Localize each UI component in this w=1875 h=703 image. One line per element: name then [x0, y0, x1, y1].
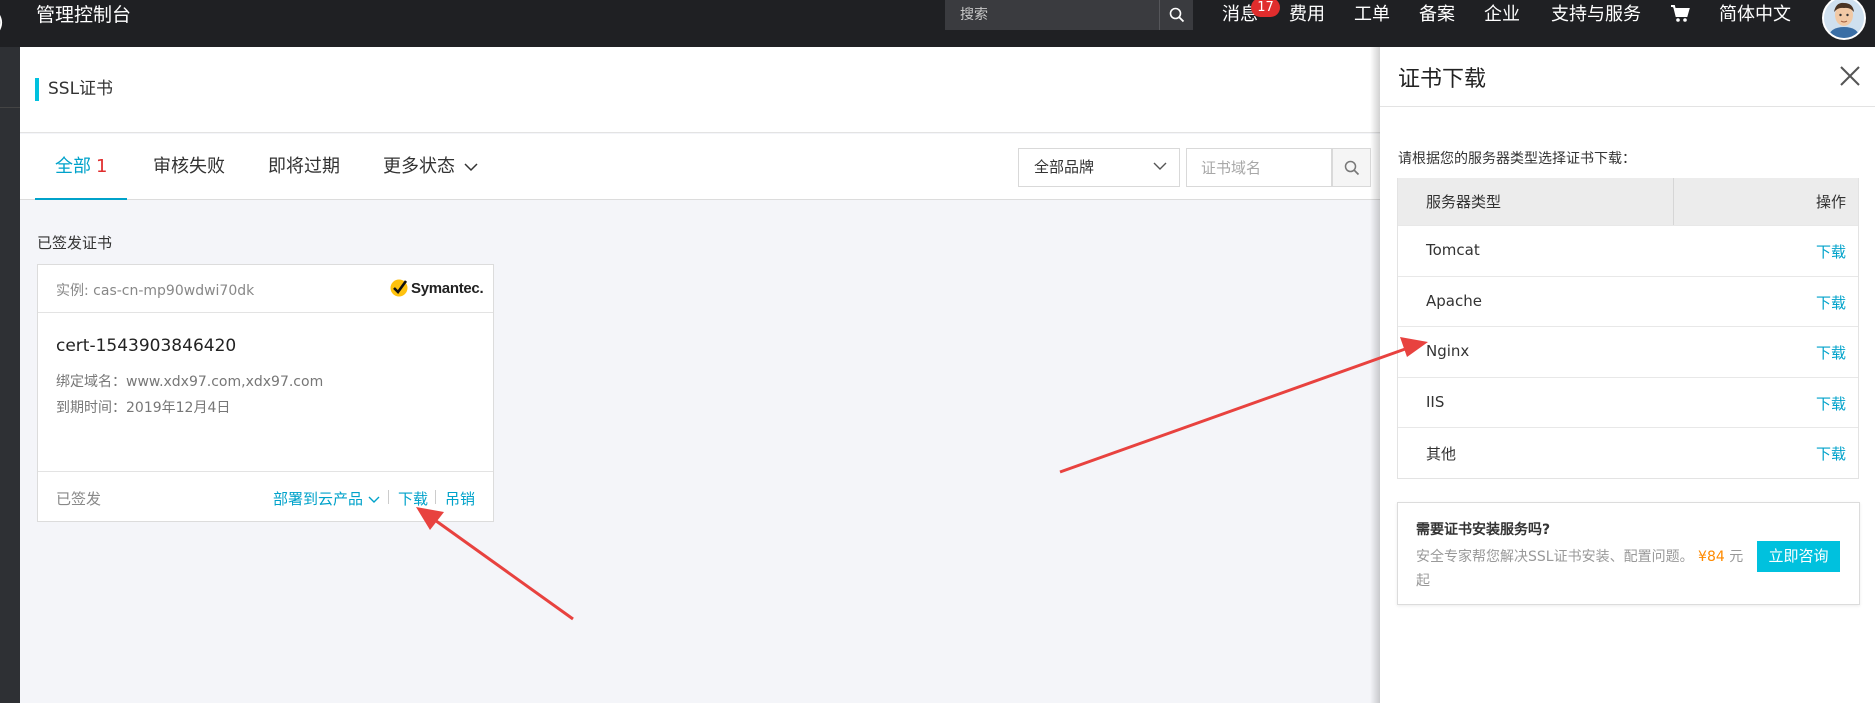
revoke-link[interactable]: 吊销	[445, 488, 475, 509]
brand-select-value: 全部品牌	[1034, 158, 1095, 176]
col-action: 操作	[1815, 193, 1846, 211]
server-name: Apache	[1426, 291, 1482, 310]
tab-all-count: 1	[96, 156, 108, 177]
table-row: IIS 下载	[1398, 376, 1858, 428]
main-content: SSL证书 全部1 审核失败 即将过期 更多状态 全部品牌 已签发证书 实例: …	[20, 47, 1380, 703]
global-search	[945, 0, 1193, 30]
download-nginx-link[interactable]: 下载	[1816, 342, 1846, 363]
tab-all-label: 全部	[55, 156, 91, 177]
certificate-card: 实例: cas-cn-mp90wdwi70dk Symantec. cert-1…	[37, 264, 494, 522]
server-type-table: 服务器类型 操作 Tomcat 下载 Apache 下载 Nginx 下载 II…	[1397, 178, 1859, 479]
global-search-input[interactable]	[945, 0, 1159, 30]
brand-select[interactable]: 全部品牌	[1018, 148, 1180, 187]
tab-more-status-label: 更多状态	[383, 156, 455, 177]
card-header: 实例: cas-cn-mp90wdwi70dk Symantec.	[38, 265, 493, 313]
menu-toggle-icon[interactable]: )	[0, 10, 4, 34]
nav-tickets[interactable]: 工单	[1354, 3, 1390, 27]
promo-title: 需要证书安装服务吗?	[1416, 522, 1551, 538]
install-service-promo: 需要证书安装服务吗? 安全专家帮您解决SSL证书安装、配置问题。 ¥84 元起 …	[1397, 502, 1860, 605]
table-row: Apache 下载	[1398, 275, 1858, 327]
deploy-dropdown[interactable]: 部署到云产品	[273, 488, 380, 509]
user-avatar[interactable]	[1822, 0, 1866, 40]
col-server-type: 服务器类型	[1426, 193, 1502, 211]
issued-section-label: 已签发证书	[37, 234, 113, 252]
instance-id: 实例: cas-cn-mp90wdwi70dk	[56, 283, 255, 299]
symantec-logo: Symantec.	[389, 278, 484, 298]
server-name: 其他	[1426, 445, 1457, 463]
divider	[435, 490, 436, 504]
nav-billing[interactable]: 费用	[1289, 3, 1325, 27]
nav-enterprise[interactable]: 企业	[1484, 3, 1520, 27]
consult-now-button[interactable]: 立即咨询	[1757, 541, 1840, 572]
status-badge: 已签发	[56, 490, 102, 508]
chevron-down-icon	[1153, 162, 1167, 170]
cart-icon[interactable]	[1670, 5, 1690, 30]
download-iis-link[interactable]: 下载	[1816, 393, 1846, 414]
search-icon	[1344, 160, 1359, 175]
chevron-down-icon	[464, 134, 478, 200]
server-type-hint: 请根据您的服务器类型选择证书下载：	[1398, 151, 1636, 167]
promo-price: ¥84	[1698, 549, 1725, 565]
server-name: Tomcat	[1426, 241, 1480, 259]
drawer-title: 证书下载	[1398, 67, 1487, 92]
table-row: Nginx 下载	[1398, 326, 1858, 377]
console-title[interactable]: 管理控制台	[36, 4, 131, 26]
language-switch[interactable]: 简体中文	[1719, 3, 1791, 27]
left-sidebar	[0, 47, 20, 703]
tab-expiring[interactable]: 即将过期	[268, 134, 340, 200]
chevron-down-icon	[368, 496, 380, 503]
download-drawer: 证书下载 请根据您的服务器类型选择证书下载： 服务器类型 操作 Tomcat 下…	[1380, 47, 1875, 703]
drawer-shadow	[1370, 47, 1380, 703]
download-link[interactable]: 下载	[398, 488, 428, 509]
tab-more-status[interactable]: 更多状态	[383, 134, 478, 200]
deploy-label: 部署到云产品	[273, 490, 364, 508]
domain-search-field	[1186, 148, 1332, 187]
divider	[388, 490, 389, 504]
nav-icp-filing[interactable]: 备案	[1419, 3, 1455, 27]
brand-name: Symantec.	[411, 279, 484, 297]
download-apache-link[interactable]: 下载	[1816, 292, 1846, 313]
close-icon[interactable]	[1835, 61, 1865, 91]
certificate-name: cert-1543903846420	[56, 336, 237, 356]
page-title: SSL证书	[48, 79, 114, 99]
server-name: IIS	[1426, 392, 1445, 411]
message-count-badge: 17	[1251, 0, 1280, 17]
table-row: 其他 下载	[1398, 427, 1858, 478]
nav-support[interactable]: 支持与服务	[1551, 3, 1641, 27]
search-icon[interactable]	[1159, 0, 1193, 30]
server-name: Nginx	[1426, 342, 1470, 360]
checkmark-seal-icon	[390, 279, 408, 297]
tab-review-failed[interactable]: 审核失败	[153, 134, 225, 200]
download-tomcat-link[interactable]: 下载	[1816, 241, 1846, 262]
table-header: 服务器类型 操作	[1398, 178, 1858, 225]
status-tabs: 全部 1 审核失败 即将过期 更多状态 全部品牌	[20, 134, 1380, 200]
tab-all[interactable]: 全部 1	[35, 134, 128, 200]
title-accent-bar	[35, 78, 39, 101]
domain-search-button[interactable]	[1332, 148, 1371, 187]
expiry-date: 到期时间：2019年12月4日	[56, 400, 231, 416]
drawer-header: 证书下载	[1380, 47, 1875, 107]
table-row: Tomcat 下载	[1398, 225, 1858, 276]
promo-desc-text: 安全专家帮您解决SSL证书安装、配置问题。	[1416, 549, 1694, 565]
card-footer: 已签发 部署到云产品 下载 吊销	[38, 471, 493, 521]
promo-description: 安全专家帮您解决SSL证书安装、配置问题。 ¥84 元起	[1416, 545, 1756, 593]
page-header: SSL证书	[20, 47, 1380, 133]
download-other-link[interactable]: 下载	[1816, 443, 1846, 464]
top-navbar: ) 管理控制台 消息 17 费用 工单 备案 企业 支持与服务 简体中文	[0, 0, 1875, 47]
domain-search-input[interactable]	[1187, 149, 1331, 186]
bound-domains: 绑定域名：www.xdx97.com,xdx97.com	[56, 374, 324, 390]
column-divider	[1673, 178, 1674, 225]
